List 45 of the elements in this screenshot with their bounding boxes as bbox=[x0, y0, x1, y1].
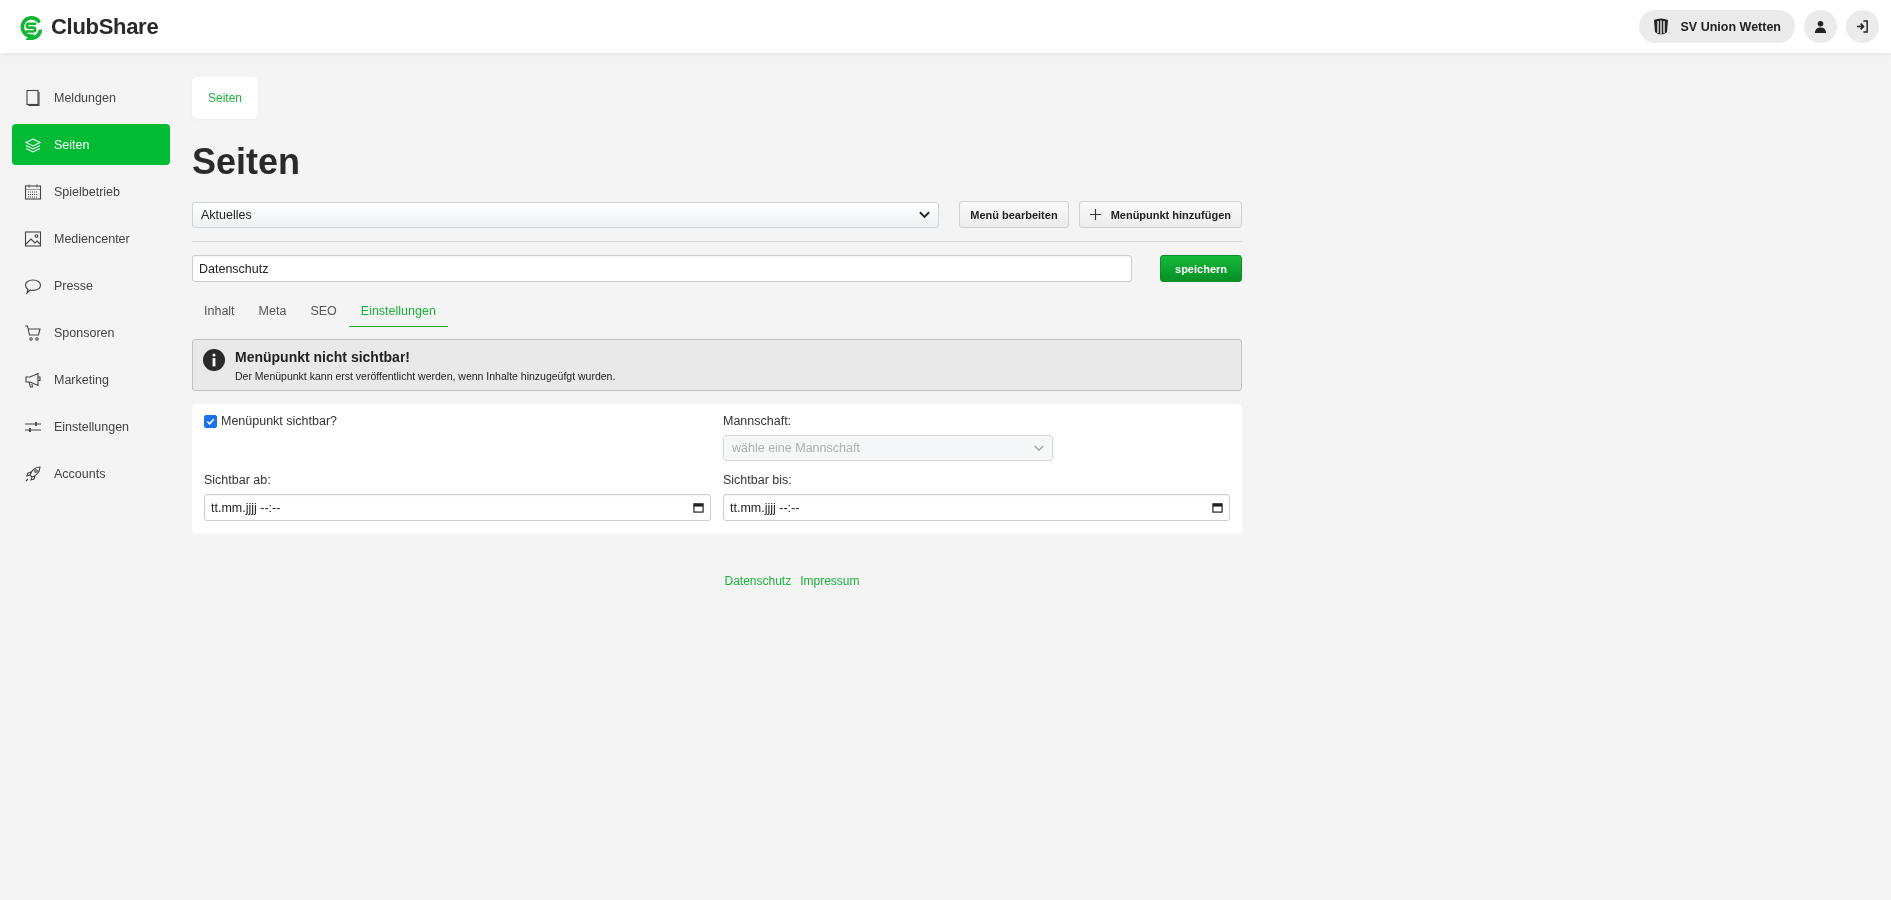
user-icon bbox=[1814, 20, 1827, 33]
alert-message: Der Menüpunkt kann erst veröffentlicht werden, wenn Inhalte hinzugeüfgt wurden. bbox=[235, 370, 616, 382]
page-name-field[interactable]: Datenschutz bbox=[192, 255, 1132, 282]
rocket-icon bbox=[24, 464, 42, 483]
chevron-icon bbox=[919, 210, 931, 219]
date-field[interactable]: tt.mm.jjjj --:-- bbox=[723, 494, 1230, 521]
info-icon bbox=[203, 349, 225, 371]
cart-icon bbox=[24, 323, 42, 342]
sidebar-item[interactable]: Meldungen bbox=[12, 77, 170, 118]
checkbox-label: Menüpunkt sichtbar? bbox=[221, 414, 338, 428]
add-menu-item-button[interactable]: Menüpunkt hinzufügen bbox=[1078, 201, 1242, 228]
calendar-icon bbox=[1212, 502, 1223, 513]
brand-name: ClubShare bbox=[51, 13, 159, 40]
plus-icon bbox=[1089, 209, 1101, 220]
tab[interactable]: SEO bbox=[298, 296, 349, 327]
megaphone-icon bbox=[24, 370, 42, 389]
book-icon bbox=[24, 88, 42, 107]
calendar-icon bbox=[24, 182, 42, 201]
sidebar-item[interactable]: Einstellungen bbox=[12, 406, 170, 447]
tab[interactable]: Meta bbox=[246, 296, 299, 327]
chevron-icon bbox=[1034, 444, 1044, 452]
logout-button[interactable] bbox=[1846, 10, 1879, 43]
user-button[interactable] bbox=[1804, 10, 1837, 43]
visible-checkbox[interactable] bbox=[204, 414, 217, 428]
field-label: Mannschaft: bbox=[723, 414, 793, 428]
sidebar-item[interactable]: Presse bbox=[12, 265, 170, 306]
menu-select[interactable]: Aktuelles bbox=[192, 201, 940, 228]
sidebar-item[interactable]: Mediencenter bbox=[12, 218, 170, 259]
club-button[interactable]: SV Union Wetten bbox=[1638, 10, 1795, 43]
sidebar-item[interactable]: Accounts bbox=[12, 453, 170, 494]
image-icon bbox=[24, 229, 42, 248]
sidebar-item[interactable]: Sponsoren bbox=[12, 312, 170, 353]
alert-title: Menüpunkt nicht sichtbar! bbox=[235, 349, 411, 365]
page-title: Seiten bbox=[192, 141, 302, 183]
logout-icon bbox=[1856, 20, 1869, 33]
field-label: Sichtbar ab: bbox=[204, 473, 272, 487]
edit-menu-button[interactable]: Menü bearbeiten bbox=[959, 201, 1069, 228]
tab[interactable]: Inhalt bbox=[192, 296, 247, 327]
sidebar-item[interactable]: Marketing bbox=[12, 359, 170, 400]
date-field[interactable]: tt.mm.jjjj --:-- bbox=[204, 494, 711, 521]
calendar-icon bbox=[693, 502, 704, 513]
field-label: Sichtbar bis: bbox=[723, 473, 793, 487]
speech-bubble-icon bbox=[24, 276, 42, 295]
sidebar-item[interactable]: Spielbetrieb bbox=[12, 171, 170, 212]
logo-icon bbox=[18, 13, 44, 40]
